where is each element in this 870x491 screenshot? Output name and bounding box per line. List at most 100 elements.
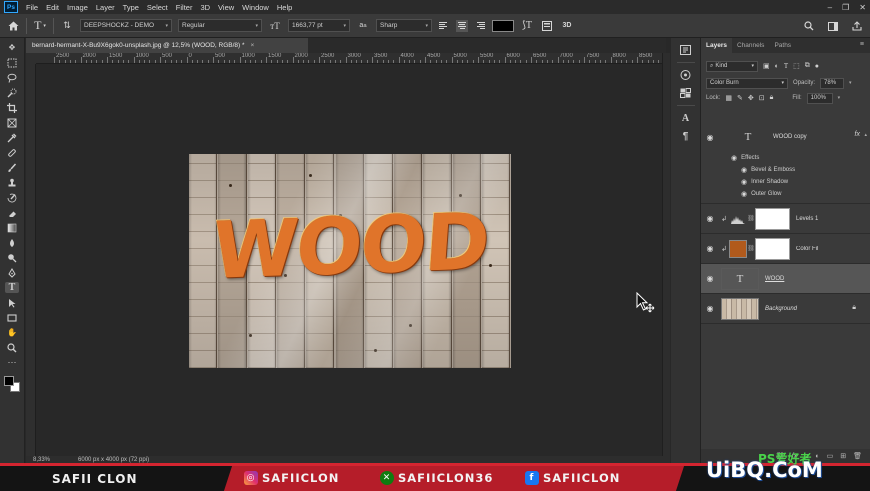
layer-color-fill-1[interactable]: ◉ ↲ ⛓ Color Fill 1	[701, 234, 870, 264]
close-tab-icon[interactable]: ×	[251, 42, 255, 49]
effect-outer-glow[interactable]: ◉ Outer Glow	[731, 188, 870, 200]
effects-row[interactable]: ◉ Effects	[731, 152, 870, 164]
quick-select-tool-icon[interactable]	[5, 87, 19, 98]
search-icon[interactable]	[802, 21, 816, 31]
zoom-tool-icon[interactable]	[5, 342, 19, 353]
minimize-icon[interactable]: –	[828, 3, 832, 12]
lock-position-icon[interactable]: ✥	[748, 94, 754, 102]
visibility-eye-icon[interactable]: ◉	[731, 154, 737, 162]
opacity-input[interactable]: 78%	[820, 77, 845, 89]
menu-3d[interactable]: 3D	[196, 3, 214, 12]
visibility-eye-icon[interactable]: ◉	[701, 133, 719, 142]
color-swatches[interactable]	[4, 376, 20, 392]
home-icon[interactable]	[6, 21, 20, 31]
tab-channels[interactable]: Channels	[732, 38, 769, 53]
frame-tool-icon[interactable]	[5, 117, 19, 128]
character-panel-icon[interactable]	[540, 20, 554, 31]
visibility-eye-icon[interactable]: ◉	[701, 214, 719, 223]
crop-tool-icon[interactable]	[5, 102, 19, 113]
type-tool-icon[interactable]: T	[5, 282, 19, 293]
chevron-down-icon[interactable]: ▾	[838, 95, 841, 101]
tab-paths[interactable]: Paths	[769, 38, 796, 53]
swatches-panel-icon[interactable]	[679, 87, 693, 99]
filter-type-icon[interactable]: T	[784, 62, 788, 70]
link-icon[interactable]: ⛓	[747, 245, 755, 252]
panel-menu-icon[interactable]: ≡	[860, 41, 864, 48]
filter-kind-dropdown[interactable]: ⌕ Kind ▾	[706, 60, 758, 72]
menu-image[interactable]: Image	[63, 3, 92, 12]
path-selection-tool-icon[interactable]	[5, 297, 19, 308]
character-panel-icon[interactable]: A	[679, 112, 693, 124]
share-icon[interactable]	[850, 21, 864, 31]
close-window-icon[interactable]: ✕	[859, 3, 866, 12]
lasso-tool-icon[interactable]	[5, 72, 19, 83]
ruler-horizontal[interactable]: 2500 2000 1500 1000 500 0 500 1000 1500 2000 2500 3…	[36, 53, 662, 64]
link-icon[interactable]: ⛓	[747, 215, 755, 222]
delete-layer-icon[interactable]: 🗑︎	[853, 452, 862, 460]
menu-type[interactable]: Type	[119, 3, 143, 12]
marquee-tool-icon[interactable]	[5, 57, 19, 68]
eyedropper-tool-icon[interactable]	[5, 132, 19, 143]
filter-smart-object-icon[interactable]: ⧉	[805, 62, 810, 70]
filter-pixel-icon[interactable]: ▣	[763, 62, 770, 70]
hand-tool-icon[interactable]: ✋	[5, 327, 19, 338]
lock-artboard-icon[interactable]: ⊡	[759, 94, 765, 102]
menu-select[interactable]: Select	[143, 3, 172, 12]
align-right-button[interactable]	[474, 20, 486, 32]
effect-bevel-emboss[interactable]: ◉ Bevel & Emboss	[731, 164, 870, 176]
visibility-eye-icon[interactable]: ◉	[741, 190, 747, 198]
align-left-button[interactable]	[438, 20, 450, 32]
pen-tool-icon[interactable]	[5, 267, 19, 278]
layer-mask-thumbnail[interactable]	[755, 237, 790, 260]
layer-levels-1[interactable]: ◉ ↲ ⛓ Levels 1	[701, 204, 870, 234]
menu-filter[interactable]: Filter	[172, 3, 197, 12]
maximize-icon[interactable]: ❐	[842, 3, 849, 12]
healing-brush-tool-icon[interactable]	[5, 147, 19, 158]
visibility-eye-icon[interactable]: ◉	[701, 304, 719, 313]
tab-layers[interactable]: Layers	[701, 38, 732, 53]
history-panel-icon[interactable]	[679, 44, 693, 56]
foreground-color-swatch[interactable]	[4, 376, 14, 386]
document-tab[interactable]: bernard-hermant-X-Bu9X6gok0-unsplash.jpg…	[26, 38, 308, 53]
history-brush-tool-icon[interactable]	[5, 192, 19, 203]
color-panel-icon[interactable]	[679, 69, 693, 81]
paragraph-panel-icon[interactable]: ¶	[679, 130, 693, 142]
menu-window[interactable]: Window	[238, 3, 273, 12]
blur-tool-icon[interactable]	[5, 237, 19, 248]
font-size-dropdown[interactable]: 1663,77 pt ▾	[288, 19, 350, 32]
chevron-up-icon[interactable]: ▴	[864, 132, 867, 138]
align-center-button[interactable]	[456, 19, 468, 32]
fx-icon[interactable]: fx	[855, 131, 860, 138]
menu-help[interactable]: Help	[273, 3, 296, 12]
toggle-orientation-icon[interactable]: ⇅	[60, 20, 74, 31]
gradient-tool-icon[interactable]	[5, 222, 19, 233]
anti-alias-dropdown[interactable]: Sharp ▾	[376, 19, 432, 32]
move-tool-icon[interactable]: ✥	[5, 42, 19, 53]
font-family-dropdown[interactable]: DEEPSHOCKZ - DEMO ▾	[80, 19, 172, 32]
visibility-eye-icon[interactable]: ◉	[701, 274, 719, 283]
fill-input[interactable]: 100%	[806, 92, 833, 104]
new-group-icon[interactable]: ▭	[827, 452, 834, 460]
menu-file[interactable]: File	[22, 3, 42, 12]
lock-image-icon[interactable]: ✎	[737, 94, 743, 102]
blend-mode-dropdown[interactable]: Color Burn ▾	[706, 77, 788, 89]
eraser-tool-icon[interactable]	[5, 207, 19, 218]
workspace-icon[interactable]	[826, 21, 840, 31]
layer-wood[interactable]: ◉ T WOOD	[701, 264, 870, 294]
warp-text-icon[interactable]: ⟆T	[520, 20, 534, 31]
clone-stamp-tool-icon[interactable]	[5, 177, 19, 188]
new-layer-icon[interactable]: ⊞	[840, 452, 846, 460]
layer-background[interactable]: ◉ Background 🔒︎	[701, 294, 870, 324]
lock-all-icon[interactable]: 🔒︎	[770, 94, 774, 102]
layer-wood-copy[interactable]: ◉ T WOOD copy fx ▴	[701, 122, 870, 152]
text-color-swatch[interactable]	[492, 19, 514, 32]
menu-layer[interactable]: Layer	[92, 3, 119, 12]
dodge-tool-icon[interactable]	[5, 252, 19, 263]
type-tool-icon[interactable]: T ▾	[33, 18, 47, 33]
visibility-eye-icon[interactable]: ◉	[701, 244, 719, 253]
visibility-eye-icon[interactable]: ◉	[741, 166, 747, 174]
lock-transparent-icon[interactable]: ▦	[725, 94, 732, 102]
filter-adjustment-icon[interactable]: ◐	[775, 63, 779, 70]
3d-mode-button[interactable]: 3D	[560, 22, 574, 29]
rectangle-tool-icon[interactable]	[5, 312, 19, 323]
